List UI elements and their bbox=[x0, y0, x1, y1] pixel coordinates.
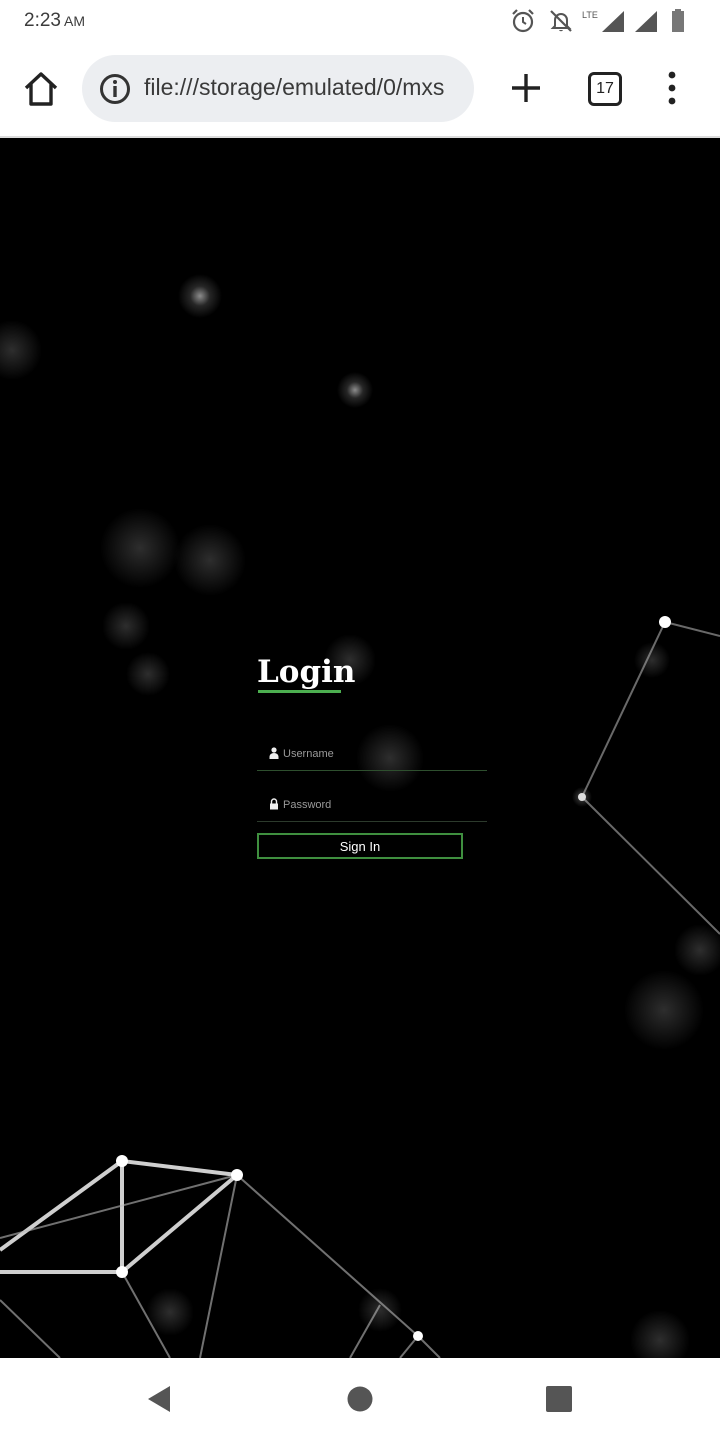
lock-icon bbox=[270, 798, 278, 810]
status-ampm: AM bbox=[63, 13, 85, 29]
tab-switcher-button[interactable]: 17 bbox=[588, 72, 622, 106]
title-underline bbox=[258, 690, 341, 693]
status-time: 2:23 bbox=[24, 10, 61, 31]
login-title: Login bbox=[257, 654, 356, 690]
status-bar: 2:23 AM LTE bbox=[0, 0, 720, 42]
username-input[interactable] bbox=[281, 742, 485, 766]
more-vert-icon[interactable] bbox=[660, 70, 684, 106]
home-icon[interactable] bbox=[20, 68, 62, 110]
signal-icon bbox=[635, 11, 657, 32]
url-bar[interactable]: file:///storage/emulated/0/mxs bbox=[82, 55, 474, 122]
user-icon bbox=[269, 747, 279, 759]
back-icon[interactable] bbox=[146, 1384, 172, 1414]
system-nav-bar bbox=[0, 1358, 720, 1440]
web-content: Login Sign In bbox=[0, 138, 720, 1358]
url-text[interactable]: file:///storage/emulated/0/mxs bbox=[144, 74, 464, 101]
browser-toolbar: file:///storage/emulated/0/mxs 17 bbox=[0, 42, 720, 138]
notifications-off-icon bbox=[550, 10, 572, 32]
lte-signal-icon: LTE bbox=[582, 10, 624, 32]
info-icon[interactable] bbox=[98, 72, 132, 106]
sign-in-button[interactable]: Sign In bbox=[257, 833, 463, 859]
alarm-icon bbox=[512, 9, 534, 33]
plus-icon[interactable] bbox=[506, 68, 546, 108]
password-field[interactable] bbox=[257, 787, 487, 822]
status-icons: LTE bbox=[510, 8, 700, 34]
lte-label: LTE bbox=[582, 10, 598, 20]
home-circle-icon[interactable] bbox=[347, 1386, 373, 1412]
password-input[interactable] bbox=[281, 793, 485, 817]
status-clock: 2:23 AM bbox=[24, 10, 85, 32]
username-field[interactable] bbox=[257, 736, 487, 771]
recents-icon[interactable] bbox=[546, 1386, 572, 1412]
battery-icon bbox=[672, 9, 684, 32]
